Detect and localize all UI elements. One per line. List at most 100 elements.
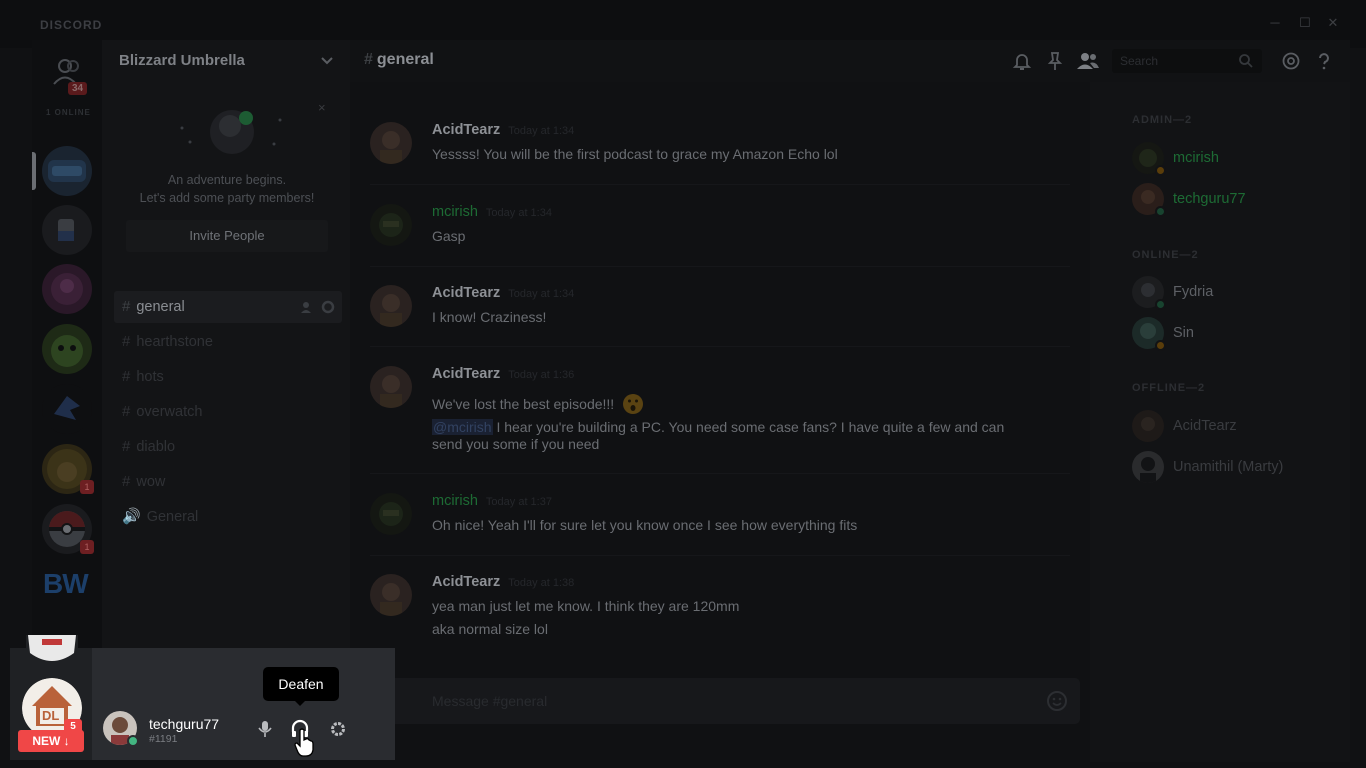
avatar[interactable] — [370, 574, 412, 616]
message-author[interactable]: AcidTearz Today at 1:38 — [432, 574, 574, 590]
status-idle-icon — [1155, 165, 1166, 176]
channel-title: # general — [364, 51, 434, 69]
message-divider — [370, 346, 1070, 347]
hand-cursor-icon — [294, 728, 314, 757]
member-item[interactable]: Unamithil (Marty) — [1132, 451, 1342, 483]
member-name: Sin — [1173, 325, 1194, 341]
avatar[interactable] — [370, 493, 412, 535]
hash-icon: # — [122, 438, 131, 455]
server-badge: 1 — [80, 480, 94, 494]
status-online-icon — [127, 735, 139, 747]
message-text: yea man just let me know. I think they a… — [432, 598, 740, 614]
avatar[interactable] — [370, 366, 412, 408]
avatar[interactable] — [370, 285, 412, 327]
message-group: AcidTearz Today at 1:34 Yessss! You will … — [370, 122, 1070, 166]
channel-name: overwatch — [136, 404, 203, 420]
member-item[interactable]: mcirish — [1132, 142, 1342, 176]
message-author[interactable]: mcirish Today at 1:37 — [432, 493, 552, 509]
status-online-icon — [1155, 206, 1166, 217]
message-author[interactable]: AcidTearz Today at 1:34 — [432, 122, 574, 138]
status-online-icon — [1155, 299, 1166, 310]
message-text: We've lost the best episode!!! — [432, 393, 644, 415]
message-text-span: I hear you're building a PC. You need so… — [496, 419, 1005, 435]
channel-title-text: general — [376, 51, 434, 68]
message-group: AcidTearz Today at 1:34 I know! Craziness… — [370, 285, 1070, 329]
speaker-icon: 🔊 — [122, 508, 141, 525]
channel-wow[interactable]: # wow — [114, 466, 342, 498]
member-group-label: ADMIN—2 — [1132, 114, 1193, 126]
user-mention[interactable]: @mcirish — [432, 419, 493, 435]
message-timestamp: Today at 1:34 — [485, 207, 552, 219]
server-icon-blizzard[interactable] — [42, 146, 92, 196]
emoji-picker-icon[interactable] — [1046, 690, 1068, 712]
message-group: AcidTearz Today at 1:38 yea man just let … — [370, 574, 1070, 640]
member-name: techguru77 — [1173, 191, 1246, 207]
member-item[interactable]: Fydria — [1132, 276, 1342, 310]
message-input[interactable]: Message #general — [432, 693, 547, 709]
channel-hearthstone[interactable]: # hearthstone — [114, 326, 342, 358]
message-timestamp: Today at 1:34 — [508, 288, 575, 300]
app-brand: DISCORD — [40, 18, 103, 32]
avatar — [1132, 410, 1164, 442]
settings-gear-icon[interactable] — [328, 718, 348, 740]
hash-icon: # — [364, 51, 373, 68]
avatar[interactable] — [370, 122, 412, 164]
message-timestamp: Today at 1:38 — [508, 577, 575, 589]
invite-people-button[interactable]: Invite People — [126, 220, 328, 252]
members-toggle-icon[interactable] — [1076, 51, 1100, 71]
message-author[interactable]: AcidTearz Today at 1:36 — [432, 366, 574, 382]
deafen-tooltip: Deafen — [263, 667, 339, 701]
server-icon-animal[interactable] — [42, 324, 92, 374]
new-unreads-button[interactable]: NEW ↓ — [18, 730, 84, 752]
guild-name[interactable]: Blizzard Umbrella — [119, 52, 245, 69]
author-name: mcirish — [432, 493, 478, 509]
close-icon[interactable]: ✕ — [1326, 16, 1340, 30]
chevron-down-icon[interactable] — [320, 56, 334, 66]
server-icon-bw[interactable]: BW — [43, 568, 93, 608]
message-divider — [370, 266, 1070, 267]
message-text: I know! Craziness! — [432, 309, 547, 325]
help-icon[interactable] — [1314, 51, 1334, 71]
channel-name: wow — [136, 474, 166, 490]
member-item[interactable]: techguru77 — [1132, 183, 1342, 217]
message-timestamp: Today at 1:37 — [485, 496, 552, 508]
hash-icon: # — [122, 473, 131, 490]
minimize-icon[interactable]: ─ — [1268, 16, 1282, 30]
adventure-illustration-icon — [180, 110, 282, 154]
message-author[interactable]: mcirish Today at 1:34 — [432, 204, 552, 220]
voice-channel-general[interactable]: 🔊 General — [114, 501, 342, 533]
message-text: aka normal size lol — [432, 621, 548, 637]
status-idle-icon — [1155, 340, 1166, 351]
channel-general[interactable]: # general — [114, 291, 342, 323]
close-card-icon[interactable]: × — [318, 100, 326, 115]
author-name: mcirish — [432, 204, 478, 220]
message-divider — [370, 473, 1070, 474]
adventure-line2: Let's add some party members! — [139, 191, 315, 205]
bell-icon[interactable] — [1012, 51, 1032, 71]
pin-icon[interactable] — [1045, 51, 1065, 71]
member-name: Unamithil (Marty) — [1173, 459, 1284, 475]
adventure-line1: An adventure begins. — [167, 173, 287, 187]
avatar[interactable] — [370, 204, 412, 246]
member-item[interactable]: Sin — [1132, 317, 1342, 351]
server-icon-hots[interactable] — [42, 384, 92, 434]
microphone-icon[interactable] — [255, 718, 275, 740]
message-divider — [370, 184, 1070, 185]
message-text: send you some if you need — [432, 436, 600, 452]
member-item[interactable]: AcidTearz — [1132, 410, 1342, 442]
discord-app: DISCORD ─ ☐ ✕ 34 1 ONLINE 1 1 BW Blizzar… — [0, 0, 1366, 768]
channel-diablo[interactable]: # diablo — [114, 431, 342, 463]
server-icon-partial[interactable] — [26, 635, 78, 667]
mentions-icon[interactable] — [1281, 51, 1301, 71]
channel-name: hearthstone — [136, 334, 213, 350]
message-group: mcirish Today at 1:37 Oh nice! Yeah I'll … — [370, 493, 1070, 537]
server-icon-pink[interactable] — [42, 264, 92, 314]
channel-overwatch[interactable]: # overwatch — [114, 396, 342, 428]
member-group-label: ONLINE—2 — [1132, 249, 1199, 261]
message-author[interactable]: AcidTearz Today at 1:34 — [432, 285, 574, 301]
channel-settings-icons[interactable] — [300, 300, 336, 314]
maximize-icon[interactable]: ☐ — [1298, 16, 1312, 30]
channel-hots[interactable]: # hots — [114, 361, 342, 393]
server-icon-beer[interactable] — [42, 205, 92, 255]
message-group: AcidTearz Today at 1:36 We've lost the be… — [370, 366, 1070, 456]
